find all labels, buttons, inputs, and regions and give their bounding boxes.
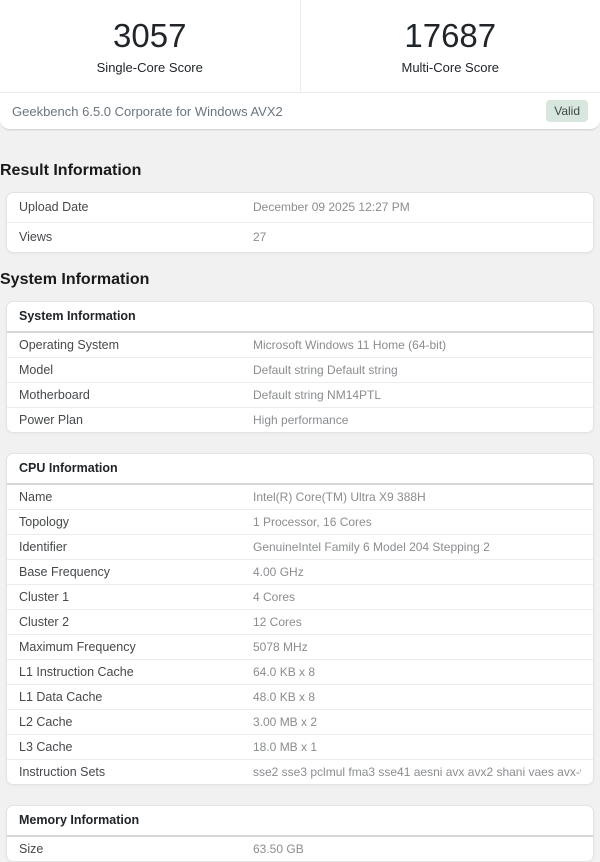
table-row: Views27 <box>7 222 593 252</box>
valid-badge: Valid <box>546 100 588 122</box>
row-label: Model <box>19 363 253 378</box>
row-value: Default string NM14PTL <box>253 388 581 403</box>
row-label: Motherboard <box>19 388 253 403</box>
benchmark-version-label: Geekbench 6.5.0 Corporate for Windows AV… <box>12 104 283 119</box>
card-header: System Information <box>7 302 593 333</box>
row-label: Instruction Sets <box>19 765 253 780</box>
row-label: Maximum Frequency <box>19 640 253 655</box>
row-value: High performance <box>253 413 581 428</box>
single-core-score-panel: 3057 Single-Core Score <box>0 0 300 92</box>
row-label: Operating System <box>19 338 253 353</box>
row-label: Topology <box>19 515 253 530</box>
row-label: Power Plan <box>19 413 253 428</box>
info-card-result-information: Upload DateDecember 09 2025 12:27 PMView… <box>6 192 594 253</box>
table-row: Operating SystemMicrosoft Windows 11 Hom… <box>7 333 593 357</box>
section-heading: System Information <box>0 270 600 289</box>
row-value: GenuineIntel Family 6 Model 204 Stepping… <box>253 540 581 555</box>
row-label: Size <box>19 842 253 857</box>
row-value: 48.0 KB x 8 <box>253 690 581 705</box>
table-row: L2 Cache3.00 MB x 2 <box>7 709 593 734</box>
table-row: L1 Data Cache48.0 KB x 8 <box>7 684 593 709</box>
row-value: 3.00 MB x 2 <box>253 715 581 730</box>
table-row: Base Frequency4.00 GHz <box>7 559 593 584</box>
info-card-memory-information: Memory InformationSize63.50 GB <box>6 805 594 862</box>
row-value: December 09 2025 12:27 PM <box>253 200 581 215</box>
section-result-information: Result Information Upload DateDecember 09… <box>0 161 600 253</box>
table-row: NameIntel(R) Core(TM) Ultra X9 388H <box>7 485 593 509</box>
row-label: L1 Data Cache <box>19 690 253 705</box>
row-value: 27 <box>253 230 581 245</box>
table-row: Cluster 14 Cores <box>7 584 593 609</box>
row-value: 1 Processor, 16 Cores <box>253 515 581 530</box>
single-core-score-label: Single-Core Score <box>0 60 300 75</box>
table-row: Topology1 Processor, 16 Cores <box>7 509 593 534</box>
row-value: 63.50 GB <box>253 842 581 857</box>
row-label: L2 Cache <box>19 715 253 730</box>
score-panels: 3057 Single-Core Score 17687 Multi-Core … <box>0 0 600 92</box>
table-row: L3 Cache18.0 MB x 1 <box>7 734 593 759</box>
table-row: Instruction Setssse2 sse3 pclmul fma3 ss… <box>7 759 593 784</box>
page-body: Result Information Upload DateDecember 09… <box>0 161 600 862</box>
benchmark-version-bar: Geekbench 6.5.0 Corporate for Windows AV… <box>0 92 600 129</box>
single-core-score-value: 3057 <box>0 17 300 54</box>
section-heading: Result Information <box>0 161 600 180</box>
section-system-information: System InformationSystem InformationOper… <box>0 270 600 862</box>
row-label: Identifier <box>19 540 253 555</box>
row-value: 18.0 MB x 1 <box>253 740 581 755</box>
row-label: L3 Cache <box>19 740 253 755</box>
table-row: Maximum Frequency5078 MHz <box>7 634 593 659</box>
row-label: Views <box>19 230 253 245</box>
row-value: 64.0 KB x 8 <box>253 665 581 680</box>
row-value: 4 Cores <box>253 590 581 605</box>
card-header: Memory Information <box>7 806 593 837</box>
table-row: Power PlanHigh performance <box>7 407 593 432</box>
row-label: Base Frequency <box>19 565 253 580</box>
table-row: L1 Instruction Cache64.0 KB x 8 <box>7 659 593 684</box>
card-header: CPU Information <box>7 454 593 485</box>
multi-core-score-label: Multi-Core Score <box>301 60 600 75</box>
row-value: 12 Cores <box>253 615 581 630</box>
table-row: IdentifierGenuineIntel Family 6 Model 20… <box>7 534 593 559</box>
table-row: Cluster 212 Cores <box>7 609 593 634</box>
row-value: Default string Default string <box>253 363 581 378</box>
table-row: Upload DateDecember 09 2025 12:27 PM <box>7 193 593 222</box>
table-row: ModelDefault string Default string <box>7 357 593 382</box>
info-card-system-information: System InformationOperating SystemMicros… <box>6 301 594 433</box>
info-card-cpu-information: CPU InformationNameIntel(R) Core(TM) Ult… <box>6 453 594 785</box>
multi-core-score-panel: 17687 Multi-Core Score <box>300 0 600 92</box>
row-label: Upload Date <box>19 200 253 215</box>
row-value: sse2 sse3 pclmul fma3 sse41 aesni avx av… <box>253 765 581 780</box>
score-summary-card: 3057 Single-Core Score 17687 Multi-Core … <box>0 0 600 130</box>
row-value: Intel(R) Core(TM) Ultra X9 388H <box>253 490 581 505</box>
row-label: Name <box>19 490 253 505</box>
row-value: Microsoft Windows 11 Home (64-bit) <box>253 338 581 353</box>
multi-core-score-value: 17687 <box>301 17 600 54</box>
row-label: L1 Instruction Cache <box>19 665 253 680</box>
row-value: 5078 MHz <box>253 640 581 655</box>
row-label: Cluster 2 <box>19 615 253 630</box>
row-label: Cluster 1 <box>19 590 253 605</box>
table-row: MotherboardDefault string NM14PTL <box>7 382 593 407</box>
row-value: 4.00 GHz <box>253 565 581 580</box>
table-row: Size63.50 GB <box>7 837 593 861</box>
